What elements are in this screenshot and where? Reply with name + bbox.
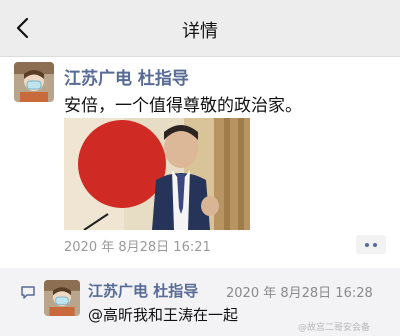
ellipsis-icon <box>373 243 377 247</box>
post-author-name[interactable]: 江苏广电 杜指导 <box>64 64 189 89</box>
comment-timestamp: 2020 年 8月28日 16:28 <box>226 286 373 301</box>
post-text: 安倍，一个值得尊敬的政治家。 <box>64 96 302 116</box>
comment-author-name[interactable]: 江苏广电 杜指导 <box>88 280 198 301</box>
more-actions-button[interactable] <box>356 235 386 254</box>
watermark: @故宫二哥安会备 <box>298 323 371 333</box>
ellipsis-icon <box>365 243 369 247</box>
comment-icon <box>20 284 36 300</box>
post-timestamp: 2020 年 8月28日 16:21 <box>64 240 211 255</box>
commenter-avatar[interactable] <box>44 280 80 316</box>
comment-text: @高昕我和王涛在一起 <box>88 306 239 324</box>
author-avatar[interactable] <box>14 62 54 102</box>
post-photo[interactable] <box>64 118 250 230</box>
page-title: 详情 <box>182 21 218 42</box>
top-bar: 详情 <box>0 0 400 57</box>
